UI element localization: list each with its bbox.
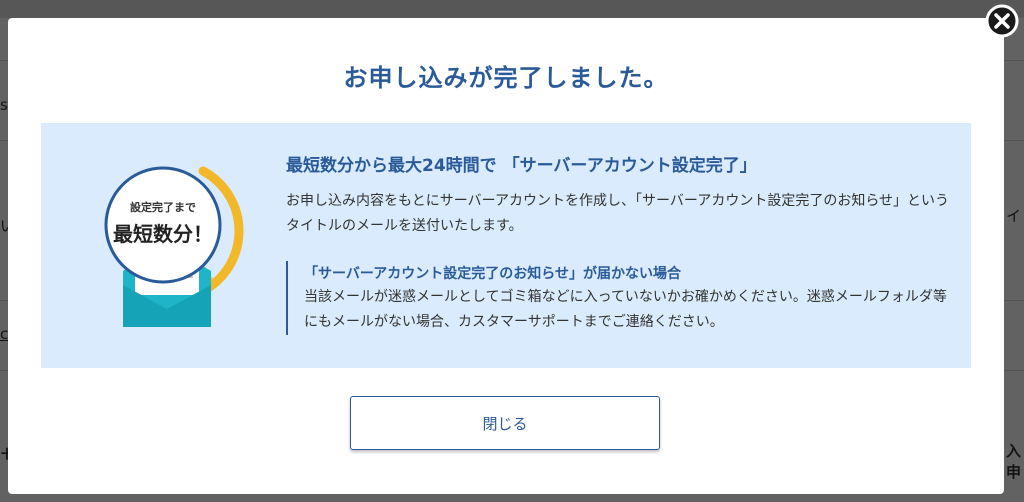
notice-block: 「サーバーアカウント設定完了のお知らせ」が届かない場合 当該メールが迷惑メールと… [286, 261, 956, 335]
panel-headline: 最短数分から最大24時間で 「サーバーアカウント設定完了」 [286, 156, 757, 176]
badge-line2: 最短数分！ [113, 222, 213, 246]
close-icon-graphic [985, 4, 1019, 38]
info-panel: 設定完了まで 最短数分！ 最短数分から最大24時間で 「サーバーアカウント設定完… [41, 123, 971, 368]
notice-text: 当該メールが迷惑メールとしてゴミ箱などに入っていないかお確かめください。迷惑メー… [304, 289, 947, 330]
notice-title: 「サーバーアカウント設定完了のお知らせ」が届かない場合 [304, 266, 682, 282]
completion-modal: お申し込みが完了しました。 設定完了まで 最短数分！ 最短数分から最大24時間で… [8, 18, 1004, 494]
envelope-icon: 設定完了まで 最短数分！ [104, 166, 244, 327]
panel-description: お申し込み内容をもとにサーバーアカウントを作成し、「サーバーアカウント設定完了の… [286, 193, 950, 234]
close-icon[interactable] [985, 4, 1019, 38]
modal-title: お申し込みが完了しました。 [343, 64, 669, 92]
badge-line1: 設定完了まで [130, 200, 196, 214]
close-button[interactable]: 閉じる [350, 396, 660, 450]
illustration: 設定完了まで 最短数分！ [83, 159, 253, 334]
